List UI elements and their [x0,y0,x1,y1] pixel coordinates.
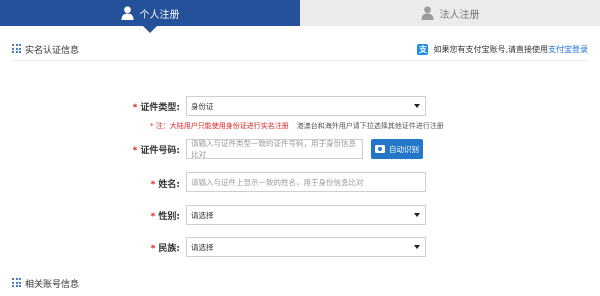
ethnicity-label: * 民族: [150,244,180,254]
tab-personal-label: 个人注册 [139,9,180,21]
ethnicity-value: 请选择 [191,242,214,252]
id-type-label: * 证件类型: [132,103,180,113]
ethnicity-select[interactable]: 请选择 [186,237,426,257]
gender-label: * 性别: [150,212,180,222]
chevron-down-icon [414,245,420,249]
tab-personal-registration[interactable]: 个人注册 [0,0,300,26]
section-divider [12,60,588,61]
alipay-hint-text: 如果您有支付宝账号,请直接使用 [433,44,548,54]
alipay-login-link[interactable]: 支付宝登录 [548,44,588,55]
section-title: 实名认证信息 [25,46,80,56]
gender-value: 请选择 [191,210,214,220]
alipay-icon: 支 [417,43,429,55]
camera-icon [375,145,385,153]
auto-recognize-label: 自动识别 [389,144,419,154]
name-input[interactable]: 请输入与证件上显示一致的姓名，用于身份信息比对 [186,172,426,192]
auto-recognize-button[interactable]: 自动识别 [371,139,423,159]
id-type-note: * 注：大陆用户只能使用身份证进行实名注册 港澳台和海外用户请下拉选择其他证件进行… [150,121,444,131]
name-placeholder: 请输入与证件上显示一致的姓名，用于身份信息比对 [191,177,364,187]
section-title: 相关账号信息 [25,280,80,290]
id-note-mainland: * 注：大陆用户只能使用身份证进行实名注册 [150,122,289,130]
tab-legal-label: 法人注册 [439,9,480,21]
id-number-placeholder: 请输入与证件类型一致的证件号码，用于身份信息比对 [191,139,356,159]
chevron-down-icon [414,213,420,217]
gender-select[interactable]: 请选择 [186,205,426,225]
id-type-value: 身份证 [191,101,214,111]
user-icon [420,6,434,20]
id-number-label: * 证件号码: [132,146,180,156]
grid-icon [12,278,21,287]
section-header-account: 相关账号信息 [0,276,600,290]
id-type-select[interactable]: 身份证 [186,96,426,116]
chevron-down-icon [414,104,420,108]
tab-legal-registration[interactable]: 法人注册 [300,0,600,26]
user-icon [120,6,134,20]
grid-icon [12,44,21,53]
id-note-overseas: 港澳台和海外用户请下拉选择其他证件进行注册 [296,122,444,130]
id-number-input[interactable]: 请输入与证件类型一致的证件号码，用于身份信息比对 [186,139,363,159]
registration-tabs: 个人注册 法人注册 [0,0,600,26]
active-tab-indicator [143,26,157,33]
name-label: * 姓名: [150,180,180,190]
alipay-login-hint: 支 如果您有支付宝账号,请直接使用 支付宝登录 [417,42,588,56]
